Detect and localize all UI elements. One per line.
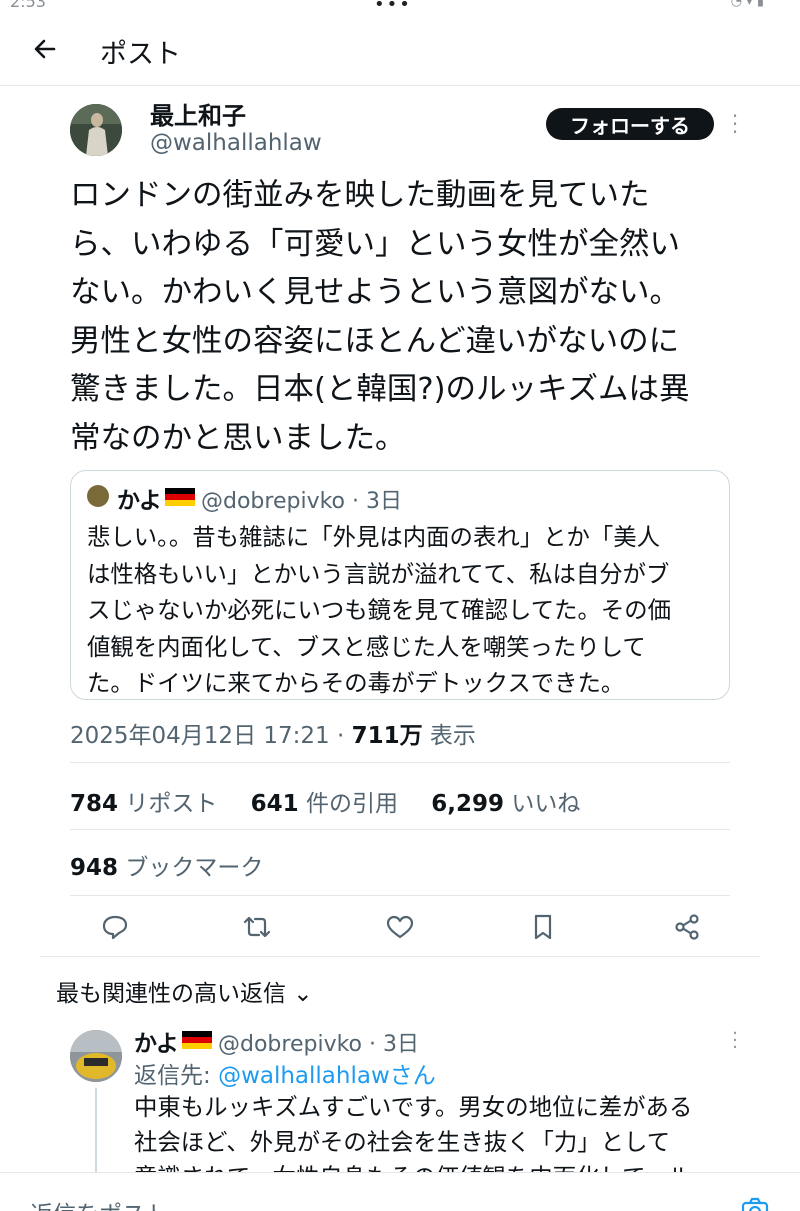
germany-flag-icon	[182, 1031, 212, 1049]
author-avatar[interactable]	[70, 104, 122, 156]
quoted-author-name: かよ	[117, 488, 162, 514]
back-arrow-icon[interactable]	[30, 34, 60, 64]
quoted-meta: @dobrepivko · 3日	[201, 489, 402, 514]
views-label: 表示	[422, 723, 476, 749]
author-handle[interactable]: @walhallahlaw	[150, 130, 322, 156]
camera-icon[interactable]	[740, 1195, 770, 1211]
divider	[70, 829, 730, 830]
reply-meta: @dobrepivko · 3日	[218, 1032, 419, 1057]
author-name[interactable]: 最上和子	[150, 96, 246, 131]
reply-icon[interactable]	[98, 910, 132, 944]
quoted-post[interactable]: かよ @dobrepivko · 3日 悲しい。。昔も雑誌に「外見は内面の表れ」…	[70, 470, 730, 700]
reply-composer: 返信をポスト	[0, 1172, 800, 1211]
quoted-text: 悲しい。。昔も雑誌に「外見は内面の表れ」とか「美人 は性格もいい」とかいう言説が…	[87, 523, 672, 697]
share-icon[interactable]	[670, 910, 704, 944]
reply-to-mention-link[interactable]: @walhallahlawさん	[218, 1063, 436, 1089]
like-icon[interactable]	[383, 910, 417, 944]
reply-more-options-icon[interactable]: · · ·	[728, 1025, 742, 1057]
top-app-bar: ポスト	[0, 14, 800, 86]
reply-to-line: 返信先: @walhallahlawさん	[134, 1063, 436, 1089]
quotes-stat[interactable]: 641 件の引用	[251, 784, 398, 818]
engagement-stats: 784 リポスト 641 件の引用 6,299 いいね	[70, 784, 606, 818]
post-text: ロンドンの街並みを映した動画を見ていた ら、いわゆる「可愛い」という女性が全然い…	[70, 178, 690, 456]
reposts-stat[interactable]: 784 リポスト	[70, 784, 217, 818]
reply-input[interactable]: 返信をポスト	[30, 1195, 168, 1211]
timestamp-text: 2025年04月12日 17:21 ·	[70, 723, 352, 749]
divider	[40, 956, 760, 957]
more-options-icon[interactable]: · · ·	[728, 106, 742, 142]
follow-button[interactable]: フォローする	[546, 108, 714, 140]
page-title: ポスト	[100, 39, 181, 70]
action-bar	[0, 910, 800, 944]
status-icons: ◔ ▾ ▮	[730, 0, 764, 9]
camera-dots: •••	[374, 0, 412, 12]
views-count: 711万	[351, 723, 423, 749]
retweet-icon[interactable]	[240, 910, 274, 944]
reply-sort-dropdown[interactable]: 最も関連性の高い返信 ⌄	[56, 974, 313, 1008]
bookmark-icon[interactable]	[526, 910, 560, 944]
bookmarks-stat[interactable]: 948 ブックマーク	[70, 848, 263, 882]
germany-flag-icon	[165, 488, 195, 506]
likes-stat[interactable]: 6,299 いいね	[431, 784, 580, 818]
reply-author-avatar[interactable]	[70, 1030, 122, 1082]
reply-author-name[interactable]: かよ	[134, 1024, 179, 1058]
reply-text: 中東もルッキズムすごいです。男女の地位に差がある 社会ほど、外見がその社会を生き…	[134, 1093, 693, 1174]
quoted-author-avatar	[87, 485, 109, 507]
status-time: 2:53	[10, 0, 46, 11]
thread-line	[95, 1088, 97, 1178]
post-timestamp: 2025年04月12日 17:21 · 711万 表示	[70, 716, 476, 750]
divider	[70, 895, 730, 896]
divider	[70, 762, 730, 763]
status-bar: 2:53 ••• ◔ ▾ ▮	[0, 0, 800, 12]
